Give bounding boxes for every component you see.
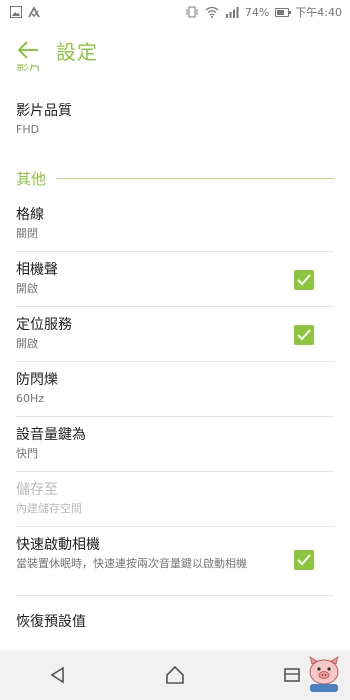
divider bbox=[16, 416, 334, 417]
setting-value: 開啟 bbox=[16, 282, 38, 295]
setting-title: 相機聲 bbox=[16, 262, 58, 278]
setting-title: 設音量鍵為 bbox=[16, 427, 86, 443]
section-line bbox=[56, 178, 334, 179]
pig-mascot-watermark-icon bbox=[309, 656, 339, 692]
nav-home-button[interactable] bbox=[155, 655, 195, 695]
section-label: 其他 bbox=[16, 170, 47, 188]
setting-anti-flicker[interactable]: 防閃爍 60Hz bbox=[0, 371, 350, 407]
signal-icon bbox=[225, 7, 239, 18]
divider bbox=[16, 361, 334, 362]
vibrate-icon bbox=[186, 6, 198, 18]
camera-sound-checkbox[interactable] bbox=[294, 270, 314, 290]
divider bbox=[16, 251, 334, 252]
setting-storage-location: 儲存至 內建儲存空間 bbox=[0, 481, 350, 517]
setting-reset-defaults[interactable]: 恢復預設值 bbox=[0, 613, 350, 631]
nav-back-button[interactable] bbox=[38, 655, 78, 695]
nav-home-icon bbox=[166, 665, 184, 684]
download-check-icon bbox=[28, 6, 40, 18]
divider bbox=[16, 471, 334, 472]
checkmark-icon bbox=[297, 274, 311, 286]
setting-value: 當裝置休眠時，快速連按兩次音量鍵以啟動相機 bbox=[16, 557, 247, 570]
setting-title: 定位服務 bbox=[16, 317, 72, 333]
image-icon bbox=[10, 6, 22, 18]
setting-grid[interactable]: 格線 關閉 bbox=[0, 206, 350, 242]
app-header: 設定 bbox=[0, 24, 350, 76]
setting-value: 60Hz bbox=[16, 392, 45, 405]
quick-launch-checkbox[interactable] bbox=[294, 550, 314, 570]
back-button[interactable] bbox=[14, 36, 42, 64]
page-title: 設定 bbox=[56, 39, 98, 64]
setting-video-quality[interactable]: 影片品質 FHD bbox=[0, 102, 350, 138]
section-header-other: 其他 bbox=[16, 168, 334, 189]
checkmark-icon bbox=[297, 554, 311, 566]
section-header-video: 影片 bbox=[16, 64, 42, 76]
setting-value: 關閉 bbox=[16, 227, 38, 240]
setting-title: 防閃爍 bbox=[16, 372, 58, 388]
setting-title: 恢復預設值 bbox=[16, 614, 86, 630]
section-header-video-label: 影片 bbox=[16, 64, 43, 74]
status-right: 74% 下午4:40 bbox=[185, 4, 342, 20]
arrow-left-icon bbox=[17, 41, 38, 59]
setting-title: 儲存至 bbox=[16, 482, 58, 498]
divider bbox=[16, 306, 334, 307]
setting-value: 內建儲存空間 bbox=[16, 502, 82, 515]
setting-title: 影片品質 bbox=[16, 103, 72, 119]
divider bbox=[16, 526, 334, 527]
divider bbox=[16, 595, 334, 596]
nav-recents-icon bbox=[283, 668, 300, 682]
status-bar: 74% 下午4:40 bbox=[0, 0, 350, 24]
setting-value: 開啟 bbox=[16, 337, 38, 350]
navigation-bar bbox=[0, 650, 350, 700]
setting-value: 快門 bbox=[16, 447, 38, 460]
location-service-checkbox[interactable] bbox=[294, 325, 314, 345]
status-left bbox=[10, 6, 40, 18]
setting-volume-key[interactable]: 設音量鍵為 快門 bbox=[0, 426, 350, 462]
battery-percent: 74% bbox=[244, 5, 270, 19]
nav-back-icon bbox=[50, 666, 65, 684]
battery-fill bbox=[277, 9, 285, 15]
setting-title: 格線 bbox=[16, 207, 44, 223]
battery-icon bbox=[275, 7, 292, 17]
setting-title: 快速啟動相機 bbox=[16, 537, 100, 553]
clock: 下午4:40 bbox=[295, 6, 342, 19]
setting-value: FHD bbox=[16, 123, 40, 136]
wifi-icon bbox=[205, 6, 219, 18]
checkmark-icon bbox=[297, 329, 311, 341]
